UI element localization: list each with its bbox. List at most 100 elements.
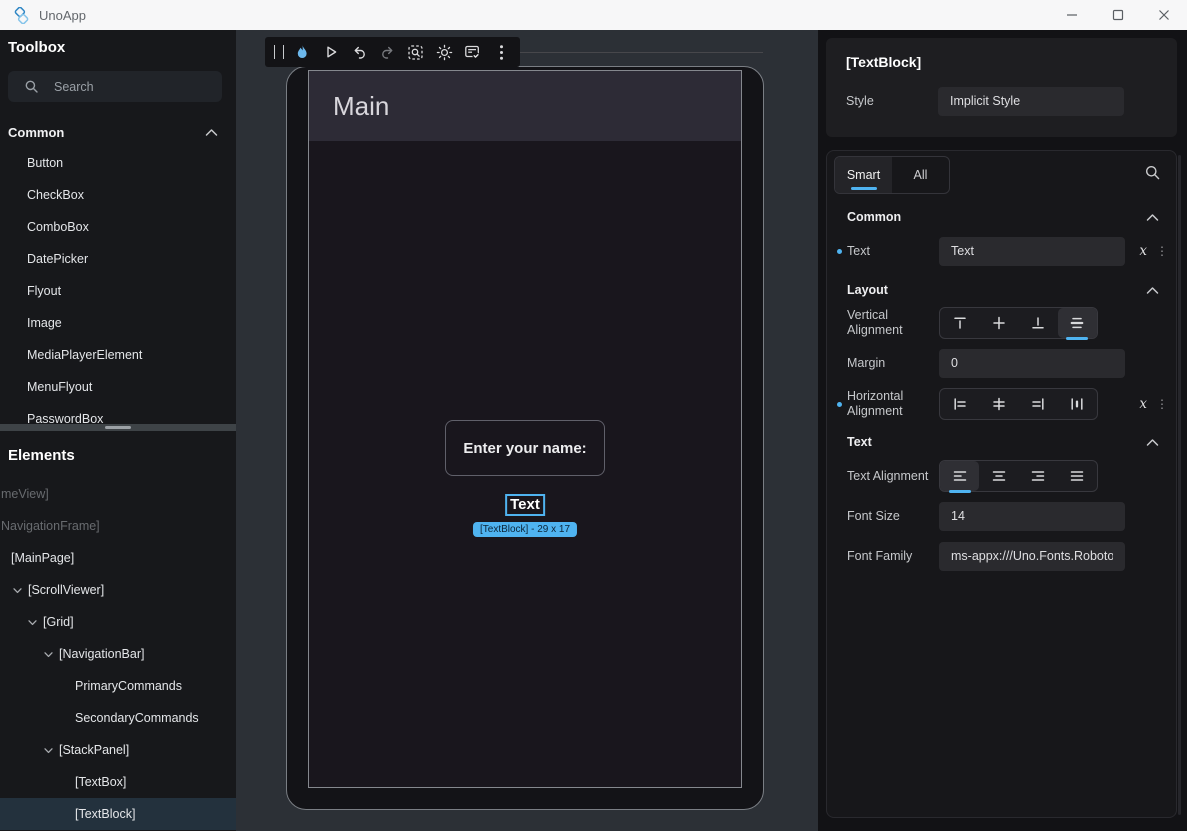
toolbox-item-combobox[interactable]: ComboBox [0, 211, 236, 243]
section-common-header[interactable]: Common [847, 208, 1159, 226]
align-vstretch-icon [1069, 315, 1085, 331]
tree-item-navigationframe[interactable]: NavigationFrame] [0, 510, 236, 542]
font-size-input[interactable] [939, 502, 1125, 531]
app-window: UnoApp Toolbox Common [0, 0, 1187, 831]
halign-left-button[interactable] [940, 389, 979, 419]
panel-splitter[interactable] [0, 424, 236, 431]
active-tab-underline [851, 187, 877, 190]
text-align-right-icon [1030, 468, 1046, 484]
tree-item-navigationbar[interactable]: [NavigationBar] [0, 638, 236, 670]
tab-smart[interactable]: Smart [835, 157, 892, 193]
maximize-button[interactable] [1095, 0, 1141, 30]
properties-panel: [TextBlock] Style Smart All [818, 30, 1187, 831]
selected-element-title: [TextBlock] [846, 54, 1177, 70]
tree-item-scrollviewer[interactable]: [ScrollViewer] [0, 574, 236, 606]
toolbox-item-menuflyout[interactable]: MenuFlyout [0, 371, 236, 403]
valign-center-button[interactable] [979, 308, 1018, 338]
preview-textbox[interactable]: Enter your name: [445, 420, 605, 476]
form-factor-button[interactable] [463, 40, 483, 64]
chevron-up-icon [1146, 438, 1159, 447]
uno-logo-icon [13, 7, 30, 24]
toolbox-item-checkbox[interactable]: CheckBox [0, 179, 236, 211]
selected-textblock[interactable]: Text [505, 494, 545, 516]
properties-search-icon[interactable] [1144, 164, 1161, 181]
inspect-icon [407, 44, 424, 61]
toolbox-item-datepicker[interactable]: DatePicker [0, 243, 236, 275]
valign-bottom-button[interactable] [1019, 308, 1058, 338]
text-input[interactable] [939, 237, 1125, 266]
more-vertical-icon[interactable]: ⋮ [1156, 245, 1168, 257]
property-row-vertical-alignment: Vertical Alignment [827, 307, 1178, 339]
toolbox-item-image[interactable]: Image [0, 307, 236, 339]
margin-input[interactable] [939, 349, 1125, 378]
align-bottom-icon [1030, 315, 1046, 331]
tree-item-primarycommands[interactable]: PrimaryCommands [0, 670, 236, 702]
xaml-binding-icon[interactable]: x [1139, 396, 1147, 412]
valign-stretch-button[interactable] [1058, 308, 1097, 338]
tree-item-textbox[interactable]: [TextBox] [0, 766, 236, 798]
redo-button[interactable] [378, 40, 398, 64]
tree-item-stackpanel[interactable]: [StackPanel] [0, 734, 236, 766]
toolbox-item-passwordbox[interactable]: PasswordBox [0, 403, 236, 424]
valign-top-button[interactable] [940, 308, 979, 338]
sun-icon [436, 44, 453, 61]
more-vertical-icon [499, 44, 504, 61]
search-icon [24, 79, 39, 94]
minimize-button[interactable] [1049, 0, 1095, 30]
preview-navbar[interactable]: Main [309, 71, 741, 141]
toolbox-search-input[interactable] [52, 79, 206, 95]
toolbox-section-common[interactable]: Common [0, 117, 236, 147]
halign-center-button[interactable] [979, 389, 1018, 419]
xaml-binding-icon[interactable]: x [1139, 243, 1147, 259]
section-text-header[interactable]: Text [847, 433, 1159, 451]
inspect-element-button[interactable] [406, 40, 426, 64]
more-vertical-icon[interactable]: ⋮ [1156, 398, 1168, 410]
window-controls [1049, 0, 1187, 30]
text-align-center-button[interactable] [979, 461, 1018, 491]
section-layout-header[interactable]: Layout [847, 281, 1159, 299]
undo-icon [351, 44, 367, 60]
play-button[interactable] [321, 40, 341, 64]
tree-item-frameview[interactable]: meView] [0, 478, 236, 510]
panel-scrollbar[interactable] [1178, 155, 1181, 815]
align-right-icon [1030, 396, 1046, 412]
titlebar: UnoApp [0, 0, 1187, 30]
hot-reload-button[interactable] [292, 40, 312, 64]
tree-item-grid[interactable]: [Grid] [0, 606, 236, 638]
modified-dot [837, 402, 842, 407]
toolbox-item-mediaplayerelement[interactable]: MediaPlayerElement [0, 339, 236, 371]
more-options-button[interactable] [491, 40, 511, 64]
halign-stretch-button[interactable] [1058, 389, 1097, 419]
toolbox-item-button[interactable]: Button [0, 147, 236, 179]
property-row-text: Text x ⋮ [827, 236, 1178, 266]
maximize-icon [1112, 9, 1124, 21]
property-row-horizontal-alignment: Horizontal Alignment x [827, 388, 1178, 420]
font-family-input[interactable] [939, 542, 1125, 571]
property-tabs: Smart All [834, 156, 950, 194]
text-align-right-button[interactable] [1019, 461, 1058, 491]
horizontal-alignment-group [939, 388, 1098, 420]
tree-item-mainpage[interactable]: [MainPage] [0, 542, 236, 574]
minimize-icon [1066, 9, 1078, 21]
splitter-grip [105, 426, 131, 429]
close-button[interactable] [1141, 0, 1187, 30]
drag-handle-icon[interactable] [274, 45, 284, 59]
align-top-icon [952, 315, 968, 331]
design-canvas: Main Enter your name: Text [TextBlock] -… [236, 30, 818, 831]
tree-item-textblock[interactable]: [TextBlock] [0, 798, 236, 830]
undo-button[interactable] [349, 40, 369, 64]
theme-toggle-button[interactable] [434, 40, 454, 64]
text-align-justify-button[interactable] [1058, 461, 1097, 491]
style-input[interactable] [938, 87, 1124, 116]
selected-element-card: [TextBlock] Style [826, 38, 1177, 137]
chevron-down-icon [43, 745, 54, 756]
selection-badge: [TextBlock] - 29 x 17 [473, 522, 577, 537]
text-align-left-button[interactable] [940, 461, 979, 491]
toolbox-searchbox[interactable] [8, 71, 222, 102]
tree-item-secondarycommands[interactable]: SecondaryCommands [0, 702, 236, 734]
tab-all[interactable]: All [892, 157, 949, 193]
halign-right-button[interactable] [1019, 389, 1058, 419]
toolbox-item-flyout[interactable]: Flyout [0, 275, 236, 307]
preview-body: Enter your name: Text [TextBlock] - 29 x… [309, 141, 741, 787]
elements-tree: meView] NavigationFrame] [MainPage] [Scr… [0, 478, 236, 830]
